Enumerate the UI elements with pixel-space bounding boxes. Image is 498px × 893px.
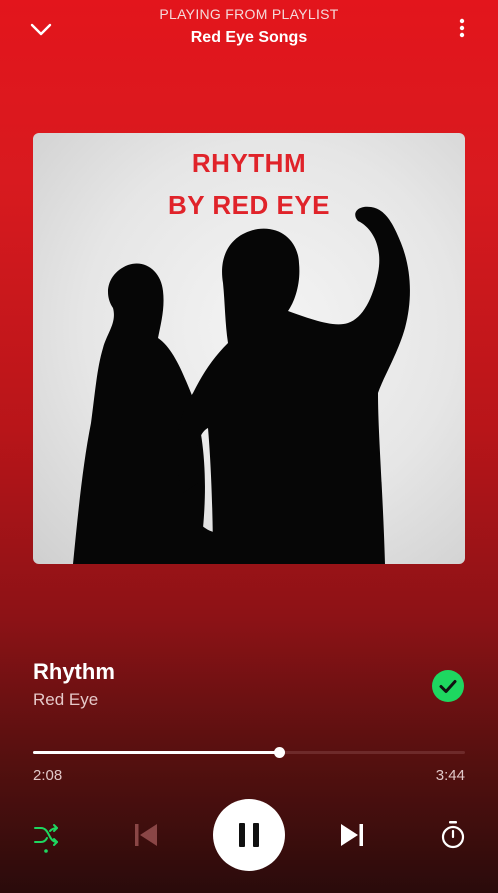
more-vertical-icon (459, 18, 465, 38)
track-title[interactable]: Rhythm (33, 659, 115, 685)
next-button[interactable] (337, 820, 367, 850)
sleep-timer-button[interactable] (439, 819, 467, 851)
artwork-title-line1: RHYTHM (191, 148, 307, 178)
previous-button[interactable] (131, 820, 161, 850)
pause-icon (239, 823, 259, 847)
more-options-button[interactable] (452, 14, 472, 44)
playing-from-label: PLAYING FROM PLAYLIST (159, 6, 339, 22)
total-time: 3:44 (435, 767, 465, 784)
progress-thumb[interactable] (274, 747, 286, 758)
playlist-name[interactable]: Red Eye Songs (0, 29, 498, 47)
shuffle-icon (34, 824, 58, 853)
liked-button[interactable] (432, 670, 464, 702)
album-artwork: RHYTHM BY RED EYE (33, 133, 465, 564)
pause-button[interactable] (213, 799, 285, 871)
checkmark-icon (439, 680, 457, 693)
skip-previous-icon (135, 824, 157, 846)
progress-fill (33, 751, 280, 754)
skip-next-icon (341, 824, 363, 846)
sleep-timer-icon (441, 821, 465, 849)
artwork-title-line2: BY RED EYE (167, 190, 330, 220)
elapsed-time: 2:08 (33, 767, 63, 784)
shuffle-button[interactable] (31, 820, 61, 854)
track-artist[interactable]: Red Eye (33, 690, 98, 710)
